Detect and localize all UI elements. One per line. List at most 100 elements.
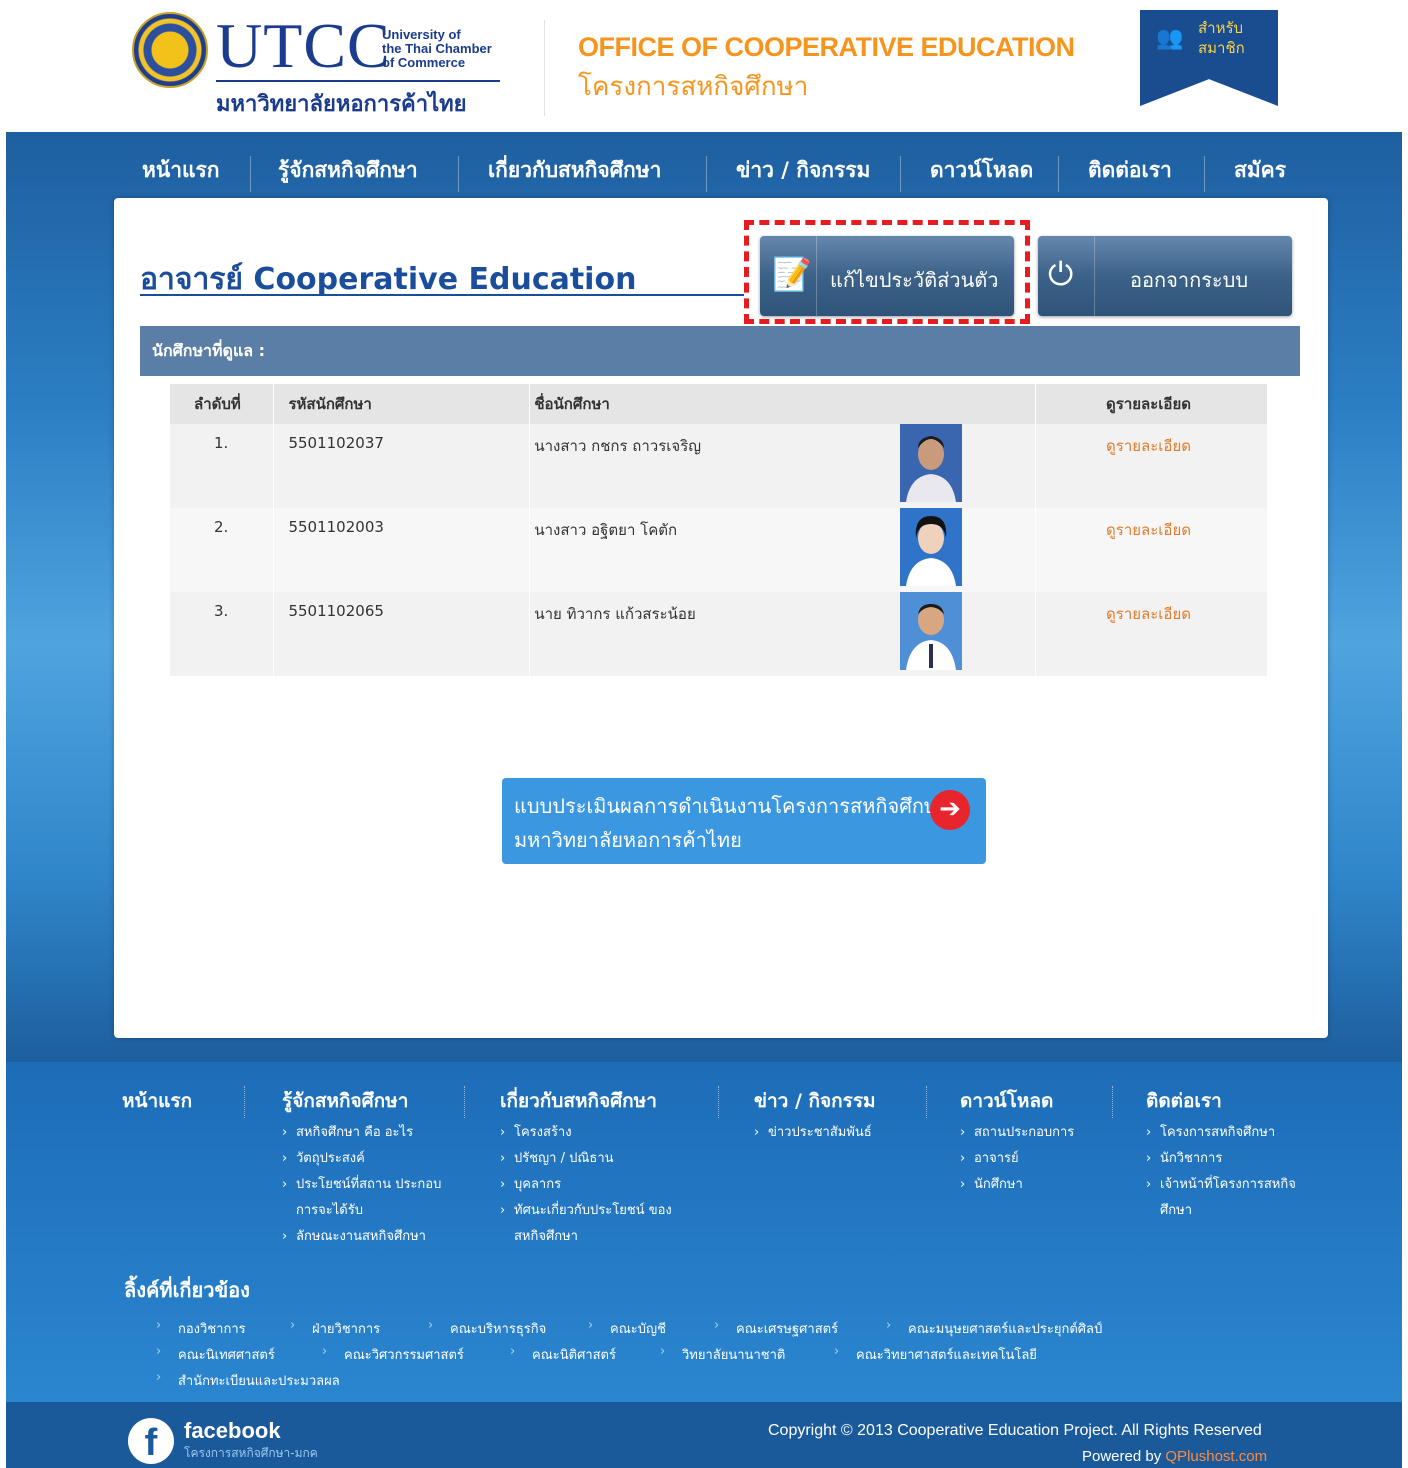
table-row: 2. 5501102003 นางสาว อฐิตยา โคตัก ดูรายล… [170,508,1268,592]
main-nav: หน้าแรก รู้จักสหกิจศึกษา เกี่ยวกับสหกิจศ… [6,146,1402,196]
logo-underline [216,80,500,82]
related-link[interactable]: สำนักทะเบียนและประมวลผล [156,1370,340,1391]
related-link[interactable]: วิทยาลัยนานาชาติ [660,1344,785,1365]
footer-link[interactable]: ทัศนะเกี่ยวกับประโยชน์ ของสหกิจศึกษา [500,1198,684,1250]
nav-contact[interactable]: ติดต่อเรา [1088,146,1172,196]
footer-col-contact: ติดต่อเรา โครงการสหกิจศึกษา นักวิชาการ เ… [1146,1086,1318,1224]
related-link[interactable]: ฝ่ายวิชาการ [290,1318,380,1339]
footer-link[interactable]: ประโยชน์ที่สถาน ประกอบการจะได้รับ [282,1172,452,1224]
footer-col-download: ดาวน์โหลด สถานประกอบการ อาจารย์ นักศึกษา [960,1086,1074,1198]
related-link[interactable]: คณะนิเทศศาสตร์ [156,1344,275,1365]
related-link[interactable]: คณะนิติศาสตร์ [510,1344,616,1365]
row-student-id: 5501102037 [273,424,531,508]
utcc-logo-thai: มหาวิทยาลัยหอการค้าไทย [216,92,467,117]
footer-link[interactable]: ลักษณะงานสหกิจศึกษา [282,1224,452,1250]
footer-heading[interactable]: เกี่ยวกับสหกิจศึกษา [500,1086,684,1116]
nav-separator [900,156,901,192]
members-icon: 👥 [1156,26,1184,51]
footer-separator [926,1086,927,1118]
footer-link[interactable]: โครงสร้าง [500,1120,684,1146]
nav-separator [1058,156,1059,192]
footer-link[interactable]: ข่าวประชาสัมพันธ์ [754,1120,876,1146]
utcc-seal-logo[interactable] [132,12,208,88]
row-detail-cell: ดูรายละเอียด [1035,424,1268,508]
footer-separator [464,1086,465,1118]
nav-about-coop[interactable]: รู้จักสหกิจศึกษา [278,146,418,196]
utcc-logo-text[interactable]: UTCC [216,14,391,78]
footer-link[interactable]: วัตถุประสงค์ [282,1146,452,1172]
row-no: 2. [170,508,275,592]
facebook-label[interactable]: facebook [184,1418,281,1444]
related-links-heading: ลิ้งค์ที่เกี่ยวข้อง [124,1278,250,1302]
row-name-cell: นางสาว กชกร ถาวรเจริญ [529,424,1037,508]
assessment-line2: มหาวิทยาลัยหอการค้าไทย [514,828,742,852]
related-link[interactable]: คณะบัญชี [588,1318,666,1339]
table-row: 1. 5501102037 นางสาว กชกร ถาวรเจริญ ดูรา… [170,424,1268,508]
students-table: ลำดับที่ รหัสนักศึกษา ชื่อนักศึกษา ดูราย… [170,384,1268,676]
site-header: UTCC University of the Thai Chamber of Com… [6,0,1402,132]
facebook-icon[interactable]: f [128,1418,174,1464]
button-divider [1094,236,1095,316]
row-student-name: นางสาว กชกร ถาวรเจริญ [534,437,702,455]
students-section-header: นักศึกษาที่ดูแล : [140,326,1300,376]
footer-heading[interactable]: ดาวน์โหลด [960,1086,1074,1116]
logout-button[interactable]: ⏻ ออกจากระบบ [1038,236,1292,316]
related-link[interactable]: คณะเศรษฐศาสตร์ [714,1318,838,1339]
table-header-row: ลำดับที่ รหัสนักศึกษา ชื่อนักศึกษา ดูราย… [170,384,1268,424]
facebook-sub-label: โครงการสหกิจศึกษา-มกค [184,1446,318,1460]
row-name-cell: นางสาว อฐิตยา โคตัก [529,508,1037,592]
footer-separator [718,1086,719,1118]
row-student-name: นาย ทิวากร แก้วสระน้อย [534,605,696,623]
content-panel: อาจารย์ Cooperative Education 📝 แก้ไขประ… [114,198,1328,1038]
related-link[interactable]: คณะบริหารธุรกิจ [428,1318,546,1339]
table-row: 3. 5501102065 นาย ทิวากร แก้วสระน้อย ดูร… [170,592,1268,676]
nav-register[interactable]: สมัคร [1234,146,1286,196]
related-link[interactable]: คณะวิศวกรรมศาสตร์ [322,1344,464,1365]
col-header-no: ลำดับที่ [170,384,275,424]
footer-link[interactable]: โครงการสหกิจศึกษา [1146,1120,1318,1146]
footer-link[interactable]: เจ้าหน้าที่โครงการสหกิจ ศึกษา [1146,1172,1318,1224]
powered-label: Powered by [1082,1448,1162,1465]
office-title-en: OFFICE OF COOPERATIVE EDUCATION [578,32,1075,62]
footer-link[interactable]: อาจารย์ [960,1146,1074,1172]
related-link[interactable]: คณะวิทยาศาสตร์และเทคโนโลยี [834,1344,1037,1365]
site-footer: หน้าแรก รู้จักสหกิจศึกษา สหกิจศึกษา คือ … [6,1062,1402,1402]
nav-separator [250,156,251,192]
footer-link[interactable]: สถานประกอบการ [960,1120,1074,1146]
member-ribbon[interactable]: 👥 สำหรับ สมาชิก [1140,10,1278,106]
nav-download[interactable]: ดาวน์โหลด [930,146,1033,196]
view-detail-link[interactable]: ดูรายละเอียด [1106,437,1191,455]
row-detail-cell: ดูรายละเอียด [1035,508,1268,592]
footer-link[interactable]: นักศึกษา [960,1172,1074,1198]
highlight-dashed-box [744,220,1030,324]
footer-heading[interactable]: หน้าแรก [122,1086,192,1116]
footer-separator [244,1086,245,1118]
footer-link[interactable]: สหกิจศึกษา คือ อะไร [282,1120,452,1146]
student-photo [900,592,963,670]
nav-separator [706,156,707,192]
nav-news[interactable]: ข่าว / กิจกรรม [736,146,870,196]
footer-link[interactable]: นักวิชาการ [1146,1146,1318,1172]
footer-heading[interactable]: ติดต่อเรา [1146,1086,1318,1116]
student-photo [900,508,963,586]
nav-home[interactable]: หน้าแรก [142,146,220,196]
row-student-id: 5501102003 [273,508,531,592]
footer-heading[interactable]: รู้จักสหกิจศึกษา [282,1086,452,1116]
nav-coop-info[interactable]: เกี่ยวกับสหกิจศึกษา [488,146,661,196]
row-no: 3. [170,592,275,676]
view-detail-link[interactable]: ดูรายละเอียด [1106,605,1191,623]
footer-heading[interactable]: ข่าว / กิจกรรม [754,1086,876,1116]
footer-col-news: ข่าว / กิจกรรม ข่าวประชาสัมพันธ์ [754,1086,876,1146]
assessment-button[interactable]: แบบประเมินผลการดำเนินงานโครงการสหกิจศึกษ… [502,778,986,864]
related-link[interactable]: กองวิชาการ [156,1318,245,1339]
page: UTCC University of the Thai Chamber of Com… [6,0,1402,1468]
row-student-id: 5501102065 [273,592,531,676]
row-name-cell: นาย ทิวากร แก้วสระน้อย [529,592,1037,676]
row-student-name: นางสาว อฐิตยา โคตัก [534,521,678,539]
col-header-detail: ดูรายละเอียด [1035,384,1268,424]
view-detail-link[interactable]: ดูรายละเอียด [1106,521,1191,539]
footer-link[interactable]: ปรัชญา / ปณิธาน [500,1146,684,1172]
related-link[interactable]: คณะมนุษยศาสตร์และประยุกต์ศิลป์ [886,1318,1102,1339]
footer-link[interactable]: บุคลากร [500,1172,684,1198]
powered-host-link[interactable]: QPlushost.com [1165,1448,1267,1465]
